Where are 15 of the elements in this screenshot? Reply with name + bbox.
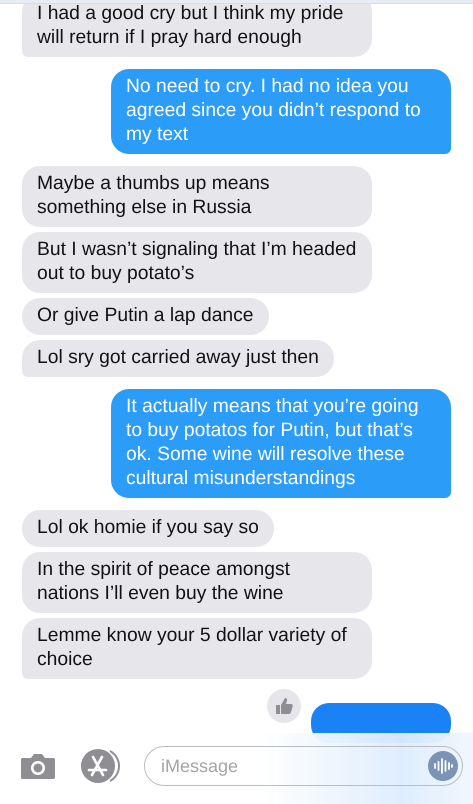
camera-icon[interactable] xyxy=(20,752,56,780)
message-input[interactable]: iMessage xyxy=(159,754,428,778)
message-bubble: Lol ok homie if you say so xyxy=(22,510,274,547)
audio-icon[interactable] xyxy=(428,751,458,781)
message-bubble: Or give Putin a lap dance xyxy=(22,298,269,335)
message-bubble: No need to cry. I had no idea you agreed since you didn’t respond to my text xyxy=(111,69,451,154)
message-bubble: Maybe a thumbs up means something else in Russia xyxy=(22,166,372,227)
message-bubble: But I wasn’t signaling that I’m headed out to buy potato’s xyxy=(22,232,372,293)
message-bubble: In the spirit of peace amongst nations I’ll even buy the wine xyxy=(22,552,372,613)
message-bubble: It actually means that you’re going to buy potatos for Putin, but that’s ok. Some wine will resolve these cultural misunderstandings xyxy=(111,389,451,498)
message-bubble: I had a good cry but I think my pride will return if I pray hard enough xyxy=(22,4,372,57)
message-bubble: Lemme know your 5 dollar variety of choice xyxy=(22,618,372,679)
message-bubble: Lol sry got carried away just then xyxy=(22,340,334,377)
message-field[interactable]: iMessage xyxy=(144,746,463,786)
app-store-icon[interactable] xyxy=(80,748,122,784)
